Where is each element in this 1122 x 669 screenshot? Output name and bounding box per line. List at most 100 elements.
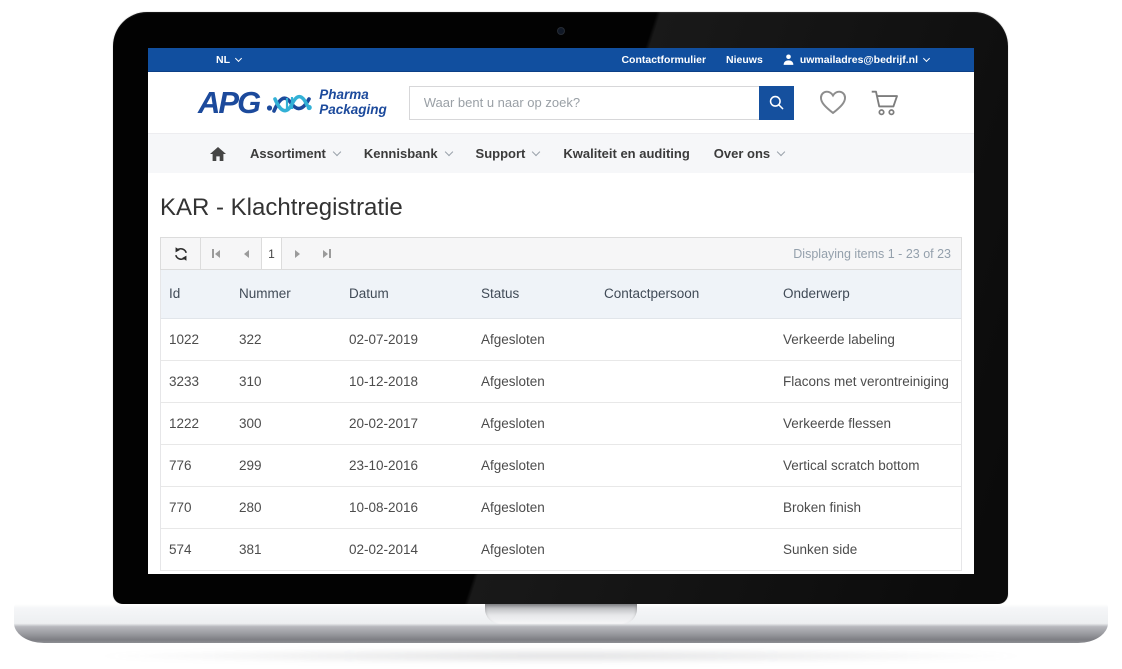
- cell-onderwerp: Sunken side: [775, 528, 961, 570]
- site-header: APG Pharma Packaging: [148, 72, 974, 133]
- cell-contactpersoon: [596, 528, 775, 570]
- cell-onderwerp: Verkeerde labeling: [775, 318, 961, 360]
- table-row[interactable]: 574 381 02-02-2014 Afgesloten Sunken sid…: [161, 528, 961, 570]
- chevron-down-icon: [923, 54, 930, 61]
- previous-page-icon: [244, 250, 249, 258]
- search-box: [409, 86, 794, 120]
- column-header-contactpersoon[interactable]: Contactpersoon: [596, 270, 775, 318]
- refresh-icon: [173, 246, 189, 262]
- wishlist-button[interactable]: [818, 89, 848, 116]
- column-header-datum[interactable]: Datum: [341, 270, 473, 318]
- nieuws-link[interactable]: Nieuws: [726, 54, 763, 66]
- cell-contactpersoon: [596, 318, 775, 360]
- contactformulier-link[interactable]: Contactformulier: [621, 54, 706, 66]
- current-page-indicator[interactable]: 1: [261, 238, 282, 269]
- page-title: KAR - Klachtregistratie: [160, 194, 962, 222]
- laptop-bezel: NL Contactformulier Nieuws uwmailadres@b…: [113, 12, 1008, 604]
- first-page-button[interactable]: [201, 238, 231, 269]
- nav-item-label: Support: [476, 146, 526, 161]
- grid-toolbar: 1 Displaying items 1 - 23 of 23: [160, 237, 962, 270]
- person-icon: [783, 54, 794, 65]
- nav-item-label: Kwaliteit en auditing: [563, 146, 689, 161]
- logo-acronym: APG: [198, 85, 259, 121]
- nav-item-assortiment[interactable]: Assortiment: [250, 146, 340, 161]
- cell-onderwerp: Vertical scratch bottom: [775, 444, 961, 486]
- logo-tagline-line2: Packaging: [319, 103, 387, 118]
- language-label: NL: [216, 54, 230, 66]
- next-page-button[interactable]: [282, 238, 312, 269]
- nav-item-kwaliteit-en-auditing[interactable]: Kwaliteit en auditing: [563, 146, 689, 161]
- chevron-down-icon: [532, 148, 540, 156]
- cell-onderwerp: Broken finish: [775, 486, 961, 528]
- language-selector[interactable]: NL: [216, 54, 241, 66]
- nav-item-label: Over ons: [714, 146, 770, 161]
- cell-nummer: 322: [231, 318, 341, 360]
- cell-id: 1022: [161, 318, 231, 360]
- cell-contactpersoon: [596, 486, 775, 528]
- nav-item-support[interactable]: Support: [476, 146, 540, 161]
- shopping-cart-icon: [870, 89, 900, 117]
- laptop-screen: NL Contactformulier Nieuws uwmailadres@b…: [148, 48, 974, 574]
- cell-status: Afgesloten: [473, 318, 596, 360]
- laptop-base-notch: [485, 604, 637, 624]
- cell-datum: 23-10-2016: [341, 444, 473, 486]
- column-header-status[interactable]: Status: [473, 270, 596, 318]
- cell-id: 1222: [161, 402, 231, 444]
- cell-status: Afgesloten: [473, 444, 596, 486]
- nav-item-kennisbank[interactable]: Kennisbank: [364, 146, 452, 161]
- company-logo[interactable]: APG Pharma Packaging: [198, 85, 387, 121]
- chevron-down-icon: [444, 148, 452, 156]
- cell-nummer: 381: [231, 528, 341, 570]
- table-row[interactable]: 1022 322 02-07-2019 Afgesloten Verkeerde…: [161, 318, 961, 360]
- cell-id: 776: [161, 444, 231, 486]
- cell-nummer: 299: [231, 444, 341, 486]
- nav-item-label: Kennisbank: [364, 146, 438, 161]
- cell-id: 3233: [161, 360, 231, 402]
- search-input[interactable]: [409, 86, 759, 120]
- cell-datum: 02-02-2014: [341, 528, 473, 570]
- pager-status-text: Displaying items 1 - 23 of 23: [793, 247, 961, 261]
- nav-item-label: Assortiment: [250, 146, 326, 161]
- table-row[interactable]: 770 280 10-08-2016 Afgesloten Broken fin…: [161, 486, 961, 528]
- logo-tagline: Pharma Packaging: [319, 88, 387, 117]
- column-header-onderwerp[interactable]: Onderwerp: [775, 270, 961, 318]
- first-page-icon: [212, 249, 214, 258]
- cell-id: 574: [161, 528, 231, 570]
- cell-contactpersoon: [596, 402, 775, 444]
- previous-page-button[interactable]: [231, 238, 261, 269]
- cart-button[interactable]: [870, 89, 900, 117]
- logo-tagline-line1: Pharma: [319, 88, 387, 103]
- refresh-button[interactable]: [161, 238, 201, 269]
- cell-datum: 10-12-2018: [341, 360, 473, 402]
- page-content: KAR - Klachtregistratie: [148, 194, 974, 571]
- last-page-icon: [323, 250, 328, 258]
- laptop-mockup: NL Contactformulier Nieuws uwmailadres@b…: [0, 0, 1122, 669]
- user-email: uwmailadres@bedrijf.nl: [800, 54, 918, 66]
- table-row[interactable]: 3233 310 10-12-2018 Afgesloten Flacons m…: [161, 360, 961, 402]
- laptop-reflection: [90, 648, 1032, 664]
- cell-status: Afgesloten: [473, 360, 596, 402]
- dna-helix-icon: [266, 86, 312, 120]
- user-account-menu[interactable]: uwmailadres@bedrijf.nl: [783, 54, 929, 66]
- column-header-id[interactable]: Id: [161, 270, 231, 318]
- cell-onderwerp: Flacons met verontreiniging: [775, 360, 961, 402]
- last-page-button[interactable]: [312, 238, 342, 269]
- table-header-row: Id Nummer Datum Status Contactpersoon On…: [161, 270, 961, 318]
- search-button[interactable]: [759, 86, 794, 120]
- top-utility-bar: NL Contactformulier Nieuws uwmailadres@b…: [148, 48, 974, 72]
- next-page-icon: [295, 250, 300, 258]
- home-icon: [210, 147, 226, 161]
- cell-nummer: 280: [231, 486, 341, 528]
- nav-home[interactable]: [210, 147, 226, 161]
- chevron-down-icon: [235, 54, 242, 61]
- cell-datum: 02-07-2019: [341, 318, 473, 360]
- table-row[interactable]: 776 299 23-10-2016 Afgesloten Vertical s…: [161, 444, 961, 486]
- heart-icon: [818, 89, 848, 116]
- column-header-nummer[interactable]: Nummer: [231, 270, 341, 318]
- cell-onderwerp: Verkeerde flessen: [775, 402, 961, 444]
- nav-item-over-ons[interactable]: Over ons: [714, 146, 784, 161]
- cell-nummer: 300: [231, 402, 341, 444]
- table-row[interactable]: 1222 300 20-02-2017 Afgesloten Verkeerde…: [161, 402, 961, 444]
- cell-status: Afgesloten: [473, 402, 596, 444]
- cell-status: Afgesloten: [473, 528, 596, 570]
